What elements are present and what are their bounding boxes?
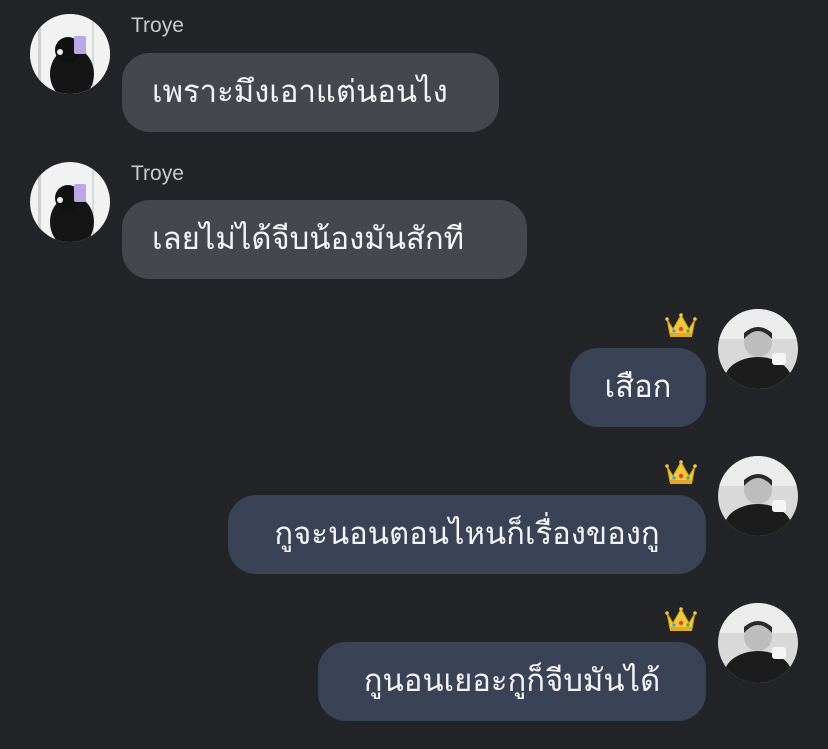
incoming-message-bubble[interactable]: เลยไม่ได้จีบน้องมันสักที xyxy=(122,200,527,279)
incoming-message-bubble[interactable]: เพราะมึงเอาแต่นอนไง xyxy=(122,53,499,132)
crown-icon xyxy=(665,605,697,633)
sender-avatar[interactable] xyxy=(30,162,110,242)
outgoing-message-bubble[interactable]: กูนอนเยอะกูก็จีบมันได้ xyxy=(318,642,706,721)
outgoing-message-bubble[interactable]: เสือก xyxy=(570,348,706,427)
sender-avatar[interactable] xyxy=(30,14,110,94)
user-avatar[interactable] xyxy=(718,456,798,536)
crown-icon xyxy=(665,458,697,486)
sender-name: Troye xyxy=(131,14,184,37)
outgoing-message-bubble[interactable]: กูจะนอนตอนไหนก็เรื่องของกู xyxy=(228,495,706,574)
crown-icon xyxy=(665,311,697,339)
sender-name: Troye xyxy=(131,162,184,185)
user-avatar[interactable] xyxy=(718,603,798,683)
user-avatar[interactable] xyxy=(718,309,798,389)
